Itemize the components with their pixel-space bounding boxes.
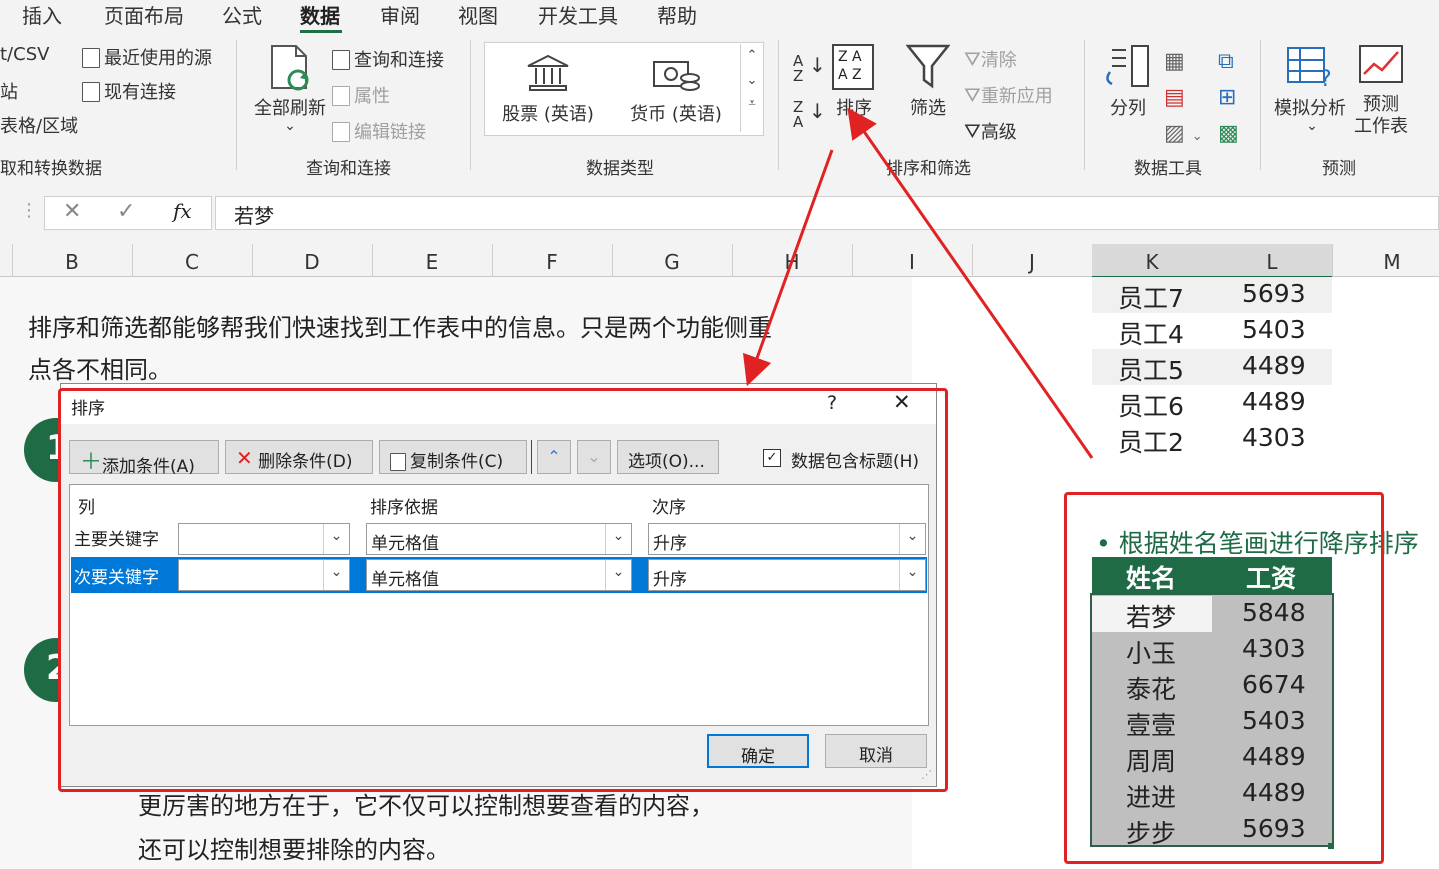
arrow-to-sort-button: [847, 107, 1094, 459]
annotation-arrows: [742, 107, 1094, 459]
arrow-to-dialog: [742, 149, 834, 387]
